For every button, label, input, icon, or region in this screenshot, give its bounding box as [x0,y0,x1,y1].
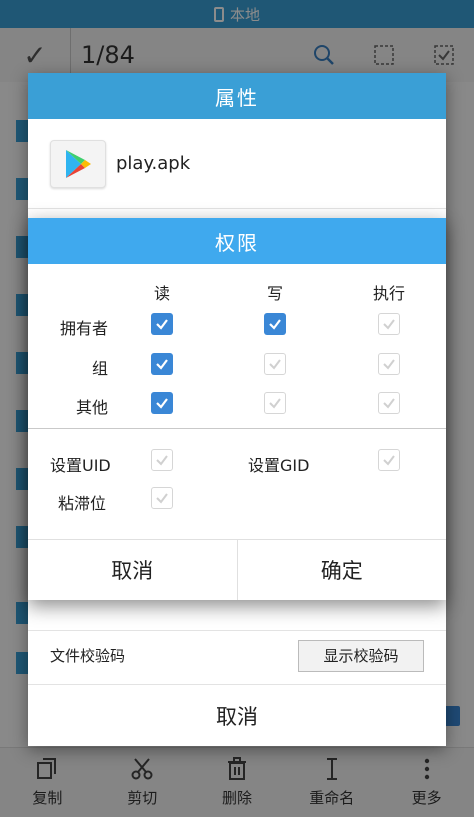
row-label-others: 其他 [75,398,108,417]
check-icon [383,455,395,466]
sticky-bit-label: 粘滞位 [58,494,107,513]
check-icon [156,319,168,330]
checkbox-others-execute[interactable] [378,392,400,414]
dialog-button-row: 取消 确定 [28,539,446,600]
permissions-title: 权限 [28,218,446,264]
checkbox-owner-execute[interactable] [378,313,400,335]
file-info-row: play.apk [28,119,446,209]
play-store-icon [50,139,106,188]
checkbox-group-read[interactable] [151,353,173,375]
check-icon [383,319,395,330]
section-divider [28,428,446,429]
row-label-owner: 拥有者 [59,319,108,338]
permissions-dialog: 权限 读 写 执行 拥有者 组 其他 设置UID 设置GID 粘滞位 取消 确定 [28,218,446,600]
show-checksum-button[interactable]: 显示校验码 [298,639,424,672]
checksum-row: 文件校验码 显示校验码 [28,630,446,680]
check-icon [269,319,281,330]
checksum-label: 文件校验码 [50,647,126,665]
check-icon [156,398,168,409]
column-header-read: 读 [153,284,170,303]
checkbox-others-read[interactable] [151,392,173,414]
check-icon [269,359,281,370]
permissions-ok-button[interactable]: 确定 [238,540,447,600]
row-label-group: 组 [91,359,108,378]
checkbox-owner-write[interactable] [264,313,286,335]
check-icon [156,359,168,370]
check-icon [156,455,168,466]
permissions-cancel-button[interactable]: 取消 [28,540,237,600]
checkbox-group-execute[interactable] [378,353,400,375]
checkbox-sticky-bit[interactable] [151,487,173,509]
properties-title: 属性 [28,73,446,119]
checkbox-setuid[interactable] [151,449,173,471]
check-icon [383,359,395,370]
file-name: play.apk [116,153,191,174]
setgid-label: 设置GID [248,456,310,475]
checkbox-others-write[interactable] [264,392,286,414]
properties-cancel-button[interactable]: 取消 [28,684,446,746]
check-icon [269,398,281,409]
check-icon [383,398,395,409]
checkbox-owner-read[interactable] [151,313,173,335]
checkbox-group-write[interactable] [264,353,286,375]
column-header-write: 写 [266,284,283,303]
column-header-execute: 执行 [372,284,405,303]
setuid-label: 设置UID [50,456,111,475]
check-icon [156,493,168,504]
checkbox-setgid[interactable] [378,449,400,471]
